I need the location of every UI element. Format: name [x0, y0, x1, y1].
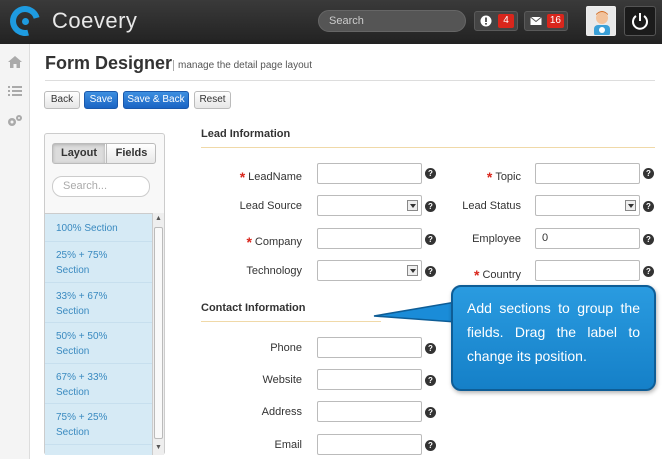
section-item-75-25[interactable]: 75% + 25% Section: [45, 404, 152, 445]
power-icon: [632, 13, 648, 30]
website-input[interactable]: [317, 369, 422, 390]
email-help-icon[interactable]: ?: [425, 440, 436, 451]
lead-section-title[interactable]: Lead Information: [201, 128, 290, 140]
panel-tabs: Layout Fields: [52, 143, 156, 164]
reset-button[interactable]: Reset: [194, 91, 231, 109]
section-item-33-67[interactable]: 33% + 67% Section: [45, 283, 152, 323]
company-label[interactable]: * Company: [182, 232, 302, 250]
logo-dot: [22, 18, 29, 25]
alerts-count-badge: 4: [498, 14, 514, 28]
scroll-down-icon[interactable]: ▼: [155, 444, 162, 451]
topic-input[interactable]: [535, 163, 640, 184]
section-item-25-75[interactable]: 25% + 75% Section: [45, 242, 152, 283]
phone-help-icon[interactable]: ?: [425, 343, 436, 354]
country-input[interactable]: [535, 260, 640, 281]
help-callout: Add sections to group the fields. Drag t…: [451, 285, 656, 391]
required-mark: *: [486, 169, 493, 185]
lead-section-divider: [201, 147, 655, 148]
user-avatar-icon: [587, 7, 615, 35]
required-mark: *: [474, 267, 480, 283]
brand-name[interactable]: Coevery: [52, 8, 137, 34]
address-help-icon[interactable]: ?: [425, 407, 436, 418]
phone-input[interactable]: [317, 337, 422, 358]
lead-status-select[interactable]: [535, 195, 640, 216]
website-help-icon[interactable]: ?: [425, 375, 436, 386]
panel-search-input[interactable]: Search...: [52, 176, 150, 197]
scroll-up-icon[interactable]: ▲: [155, 215, 162, 222]
list-icon[interactable]: [7, 84, 23, 98]
technology-label[interactable]: Technology: [182, 265, 302, 277]
page-title: Form Designer: [45, 53, 173, 73]
section-list-scrollbar[interactable]: ▲ ▼: [152, 213, 164, 455]
contact-section-divider: [201, 321, 381, 322]
employee-label[interactable]: Employee: [401, 233, 521, 245]
country-help-icon[interactable]: ?: [643, 266, 654, 277]
leadname-label[interactable]: * LeadName: [182, 167, 302, 185]
settings-gears-icon[interactable]: [7, 114, 23, 128]
tab-fields[interactable]: Fields: [106, 144, 156, 163]
section-item-100[interactable]: 100% Section: [45, 214, 152, 242]
address-label[interactable]: Address: [182, 406, 302, 418]
header-divider: [45, 80, 655, 81]
alerts-button[interactable]: 4: [474, 11, 518, 31]
lead-status-label[interactable]: Lead Status: [401, 200, 521, 212]
employee-input[interactable]: 0: [535, 228, 640, 249]
chevron-down-icon[interactable]: [625, 200, 636, 211]
callout-pointer: [373, 301, 456, 323]
topic-label[interactable]: * Topic: [401, 167, 521, 185]
layout-panel: Layout Fields Search... 100% Section 25%…: [44, 133, 165, 455]
email-input[interactable]: [317, 434, 422, 455]
website-label[interactable]: Website: [182, 374, 302, 386]
global-search-input[interactable]: Search: [318, 10, 466, 32]
phone-label[interactable]: Phone: [182, 342, 302, 354]
logout-button[interactable]: [624, 6, 656, 36]
section-item-67-33[interactable]: 67% + 33% Section: [45, 364, 152, 404]
save-and-back-button[interactable]: Save & Back: [123, 91, 189, 109]
messages-count-badge: 16: [546, 14, 564, 28]
tab-layout[interactable]: Layout: [53, 144, 105, 163]
scroll-thumb[interactable]: [154, 227, 163, 439]
country-label[interactable]: * Country: [401, 265, 521, 283]
top-bar: Coevery Search 4 16: [0, 0, 662, 44]
envelope-icon: [530, 16, 542, 25]
employee-help-icon[interactable]: ?: [643, 234, 654, 245]
lead-source-label[interactable]: Lead Source: [182, 200, 302, 212]
required-mark: *: [239, 169, 246, 185]
email-label[interactable]: Email: [182, 439, 302, 451]
section-list: 100% Section 25% + 75% Section 33% + 67% S…: [45, 213, 152, 455]
save-button[interactable]: Save: [84, 91, 118, 109]
contact-section-title[interactable]: Contact Information: [201, 302, 306, 314]
lead-status-help-icon[interactable]: ?: [643, 201, 654, 212]
section-item-50-50[interactable]: 50% + 50% Section: [45, 323, 152, 364]
alert-icon: [480, 15, 492, 27]
back-button[interactable]: Back: [44, 91, 80, 109]
address-input[interactable]: [317, 401, 422, 422]
messages-button[interactable]: 16: [524, 11, 568, 31]
required-mark: *: [246, 234, 252, 250]
home-icon[interactable]: [7, 55, 23, 69]
page-subtitle: manage the detail page layout: [173, 60, 312, 71]
topic-help-icon[interactable]: ?: [643, 168, 654, 179]
user-avatar[interactable]: [586, 6, 616, 36]
left-nav-rail: [0, 44, 30, 459]
